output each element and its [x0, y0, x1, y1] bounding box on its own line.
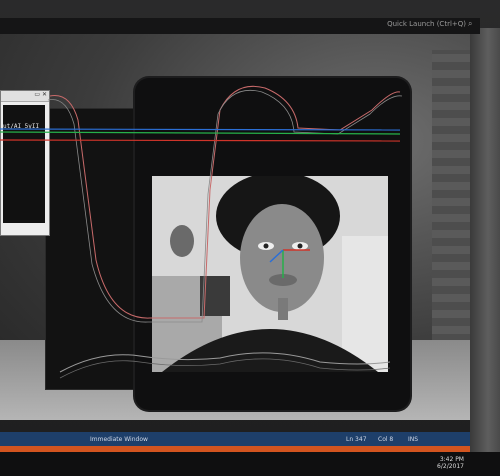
status-ins: INS	[408, 436, 419, 443]
clock-date: 6/2/2017	[437, 463, 464, 470]
graph-overlay	[0, 85, 403, 379]
graph-blue-line	[0, 128, 401, 131]
taskbar-clock[interactable]: 3:42 PM 6/2/2017	[437, 456, 464, 470]
clock-time: 3:42 PM	[439, 456, 464, 463]
taskbar	[0, 452, 500, 476]
graph-red-line	[0, 139, 401, 142]
graph-bottom-trace	[59, 352, 391, 373]
curve-red-trace	[49, 85, 401, 319]
axis-z-marker	[269, 249, 284, 263]
immediate-window-tab[interactable]: Immediate Window	[90, 436, 148, 443]
curve-gray-trace	[47, 89, 403, 323]
status-line: Ln 347	[346, 436, 367, 443]
graph-bottom-trace-2	[59, 358, 391, 379]
status-col: Col 8	[378, 436, 394, 443]
